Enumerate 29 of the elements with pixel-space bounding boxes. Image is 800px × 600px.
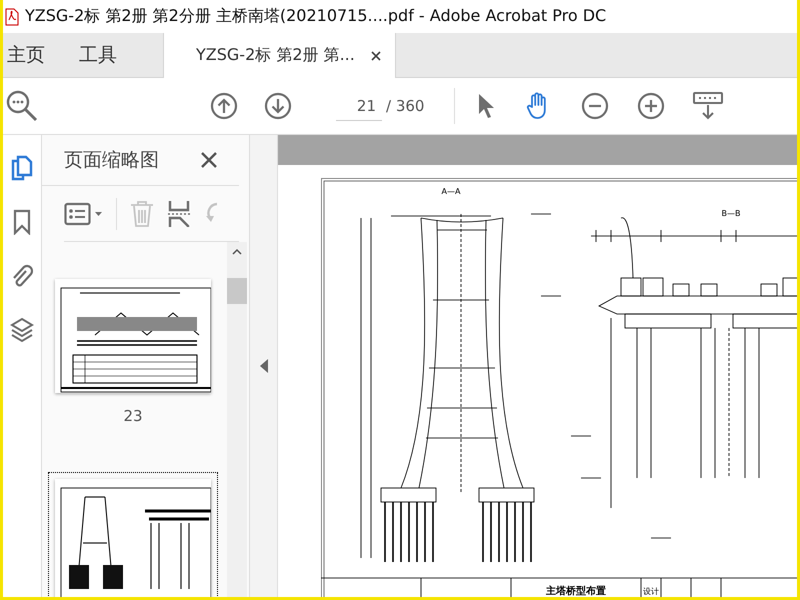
zoom-out-icon[interactable] bbox=[581, 92, 610, 120]
scroll-thumb[interactable] bbox=[227, 278, 247, 304]
title-block-label: 设计 bbox=[643, 587, 659, 596]
nav-tab[interactable]: 工具 bbox=[75, 33, 117, 77]
cursor-tool-icon[interactable] bbox=[477, 93, 496, 119]
nav-tab[interactable]: 主页 bbox=[3, 33, 45, 77]
zoom-in-icon[interactable] bbox=[637, 92, 666, 120]
document-tab[interactable]: YZSG-2标 第2册 第... bbox=[163, 33, 396, 78]
page-total: / 360 bbox=[386, 97, 424, 115]
paperclip-icon[interactable] bbox=[11, 263, 33, 289]
collapse-panel-icon[interactable] bbox=[260, 359, 268, 373]
keyboard-icon[interactable] bbox=[693, 92, 724, 120]
section-label: B—B bbox=[722, 209, 740, 218]
page-crop-icon[interactable] bbox=[167, 200, 191, 228]
close-icon[interactable] bbox=[201, 152, 217, 168]
page-number-label: 23 bbox=[123, 407, 143, 425]
page-thumbnails-icon[interactable] bbox=[11, 155, 33, 181]
layers-icon[interactable] bbox=[10, 317, 34, 343]
drawing-title: 主塔桥型布置 bbox=[546, 586, 606, 597]
options-menu-icon[interactable] bbox=[64, 202, 104, 226]
panel-title: 页面缩略图 bbox=[64, 148, 159, 173]
scroll-up-icon[interactable] bbox=[232, 248, 242, 256]
search-icon[interactable] bbox=[6, 90, 38, 122]
page-thumbnail[interactable]: 23 bbox=[48, 272, 218, 472]
scrollbar[interactable] bbox=[227, 242, 247, 597]
close-icon[interactable] bbox=[370, 50, 381, 60]
bookmark-icon[interactable] bbox=[13, 209, 31, 235]
section-label: A—A bbox=[442, 187, 460, 196]
window-title: YZSG-2标 第2册 第2分册 主桥南塔(20210715....pdf - Adobe Acrobat Pro DC bbox=[25, 6, 606, 27]
